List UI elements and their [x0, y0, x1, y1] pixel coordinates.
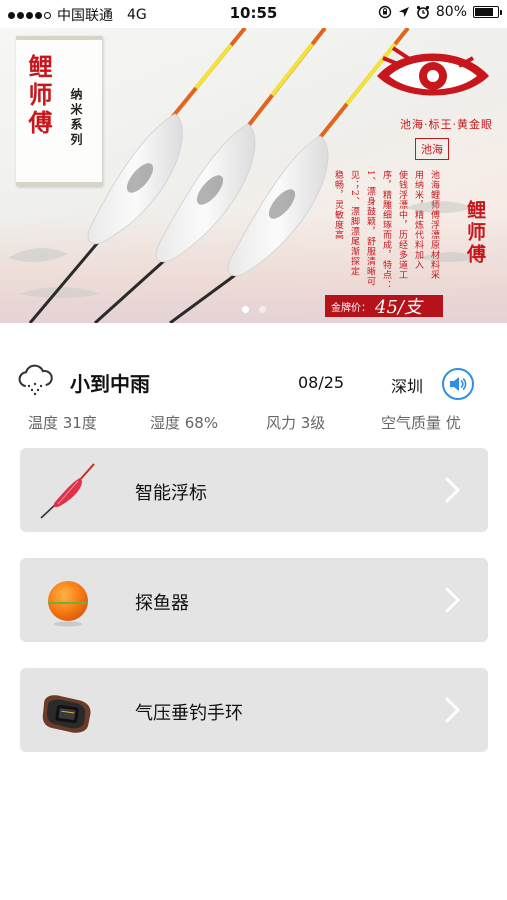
page-dot[interactable] [241, 306, 249, 313]
banner-description-col: 见；2、漂脚漂尾渐探定 [349, 170, 359, 277]
location-arrow-icon [398, 7, 409, 17]
rain-cloud-icon [18, 364, 53, 396]
banner-logo-text: 池海·标王·黄金眼 [400, 118, 493, 131]
weather-date: 08/25 [298, 373, 345, 392]
chevron-right-icon [445, 587, 460, 613]
fish-finder-icon [48, 581, 88, 627]
banner-description-col: 池海鲤师傅浮漂原材料采 [429, 170, 439, 280]
banner-description: 池海鲤师傅浮漂原材料采 用纳米，精炼代料加入 使钱浮漂中，历经多道工 序，精雕细… [333, 170, 439, 300]
weather-panel: 小到中雨 08/25 深圳 温度 31度 湿度 68% 风力 3级 空气质量 优 [0, 360, 507, 440]
chevron-right-icon [445, 697, 460, 723]
weather-air-quality: 空气质量 优 [381, 414, 461, 432]
weather-condition: 小到中雨 [70, 372, 150, 396]
status-right: 80% [378, 4, 502, 20]
menu-item-pressure-wristband[interactable]: 气压垂钓手环 [20, 668, 488, 752]
banner-description-col: 序，精雕细琢而成，特点： [381, 170, 391, 290]
weather-speak-button[interactable] [442, 368, 474, 400]
speaker-icon [450, 377, 467, 391]
status-bar: 中国联通 4G 10:55 80% [0, 0, 507, 28]
weather-humidity: 湿度 68% [150, 414, 219, 432]
banner-stamp: 池海 [415, 138, 449, 160]
page-dot[interactable] [258, 306, 266, 313]
alarm-icon [416, 5, 429, 19]
product-banner[interactable]: 鲤师傅 纳米系列 池海·标王·黄金眼 池海 池海鲤师傅浮漂原材料采 用纳米，精炼… [0, 28, 507, 323]
weather-wind: 风力 3级 [266, 414, 326, 432]
banner-brand-name-repeat: 鲤师傅 [464, 200, 486, 266]
menu-item-label: 智能浮标 [135, 483, 207, 504]
banner-description-col: 用纳米，精炼代料加入 [413, 170, 423, 270]
banner-series-name: 纳米系列 [69, 88, 83, 148]
menu-item-fish-finder[interactable]: 探鱼器 [20, 558, 488, 642]
menu-item-smart-float[interactable]: 智能浮标 [20, 448, 488, 532]
banner-description-col: 1、漂身鼓颖，舒服清晰可 [365, 170, 375, 287]
eye-logo-icon [377, 46, 489, 96]
menu-item-label: 气压垂钓手环 [135, 703, 243, 724]
float-icon [40, 463, 95, 519]
rotation-lock-icon [378, 5, 392, 19]
chevron-right-icon [445, 477, 460, 503]
banner-brand-name: 鲤师傅 [24, 54, 53, 138]
weather-temperature: 温度 31度 [28, 414, 97, 432]
battery-icon [473, 6, 502, 18]
banner-description-col: 稳畅，灵敏度高 [333, 170, 343, 240]
banner-page-indicator[interactable] [0, 306, 507, 313]
wristband-icon [42, 695, 91, 733]
banner-description-col: 使钱浮漂中，历经多道工 [397, 170, 407, 280]
battery-percent: 80% [435, 4, 467, 20]
menu-item-label: 探鱼器 [135, 593, 189, 614]
weather-stats: 温度 31度 湿度 68% 风力 3级 空气质量 优 [0, 412, 507, 434]
weather-city[interactable]: 深圳 [391, 373, 423, 397]
banner-brand-scroll: 鲤师傅 纳米系列 [16, 36, 102, 186]
